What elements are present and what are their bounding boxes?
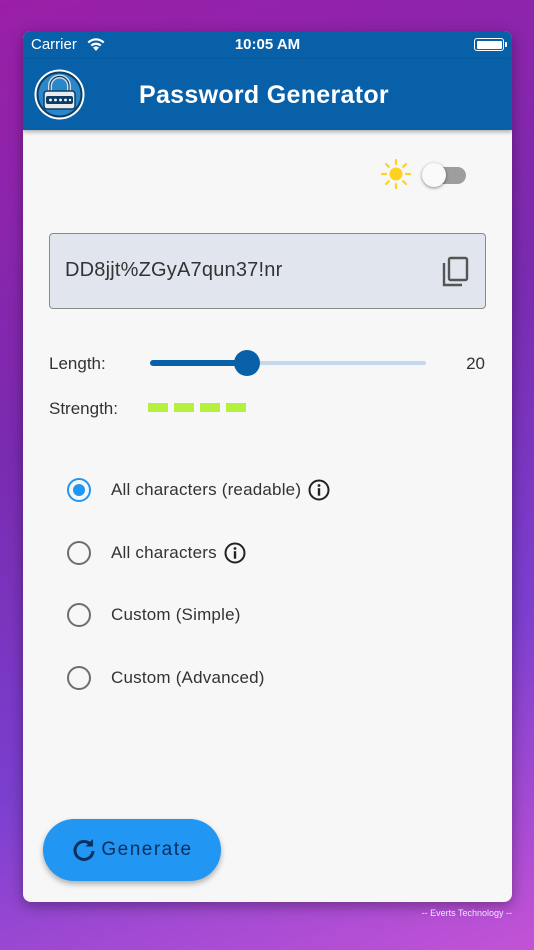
strength-segment — [174, 403, 194, 412]
password-output-field[interactable]: DD8jjt%ZGyA7qun37!nr — [49, 233, 486, 309]
slider-handle[interactable] — [233, 350, 260, 376]
radio-button[interactable] — [67, 541, 91, 565]
option-all-readable[interactable]: All characters (readable) — [67, 477, 330, 503]
sun-icon — [380, 158, 412, 190]
radio-button[interactable] — [67, 478, 91, 502]
radio-button[interactable] — [67, 666, 91, 690]
option-label: All characters — [111, 543, 217, 562]
dark-mode-toggle[interactable] — [422, 162, 470, 187]
generated-password: DD8jjt%ZGyA7qun37!nr — [65, 259, 283, 281]
length-slider[interactable] — [150, 350, 426, 376]
option-label: Custom (Advanced) — [111, 668, 265, 687]
padlock-logo-icon — [34, 69, 85, 120]
credit-text: -- Everts Technology -- — [421, 908, 512, 918]
slider-active-track — [150, 360, 247, 366]
copy-icon[interactable] — [441, 256, 469, 288]
radio-button[interactable] — [67, 603, 91, 627]
refresh-icon — [73, 839, 95, 861]
app-bar: Password Generator — [23, 59, 512, 130]
generate-label: Generate — [101, 839, 193, 860]
battery-icon — [474, 38, 507, 51]
generate-button[interactable]: Generate — [43, 819, 221, 881]
option-custom-simple[interactable]: Custom (Simple) — [67, 602, 241, 628]
option-label: Custom (Simple) — [111, 605, 241, 624]
status-bar: Carrier 10:05 AM — [23, 31, 512, 59]
page-title: Password Generator — [139, 81, 389, 109]
info-icon[interactable] — [308, 479, 330, 501]
strength-segment — [148, 403, 168, 412]
length-label: Length: — [49, 354, 106, 373]
info-icon[interactable] — [224, 542, 246, 564]
clock: 10:05 AM — [234, 36, 301, 53]
theme-switch-row — [380, 158, 470, 190]
app-screen: Carrier 10:05 AM Password Generator DD8j… — [23, 31, 512, 902]
length-value: 20 — [466, 354, 485, 373]
option-custom-advanced[interactable]: Custom (Advanced) — [67, 665, 265, 691]
option-all[interactable]: All characters — [67, 540, 246, 566]
strength-meter — [148, 403, 252, 412]
strength-label: Strength: — [49, 399, 118, 418]
strength-segment — [226, 403, 246, 412]
strength-segment — [200, 403, 220, 412]
option-label: All characters (readable) — [111, 480, 302, 499]
